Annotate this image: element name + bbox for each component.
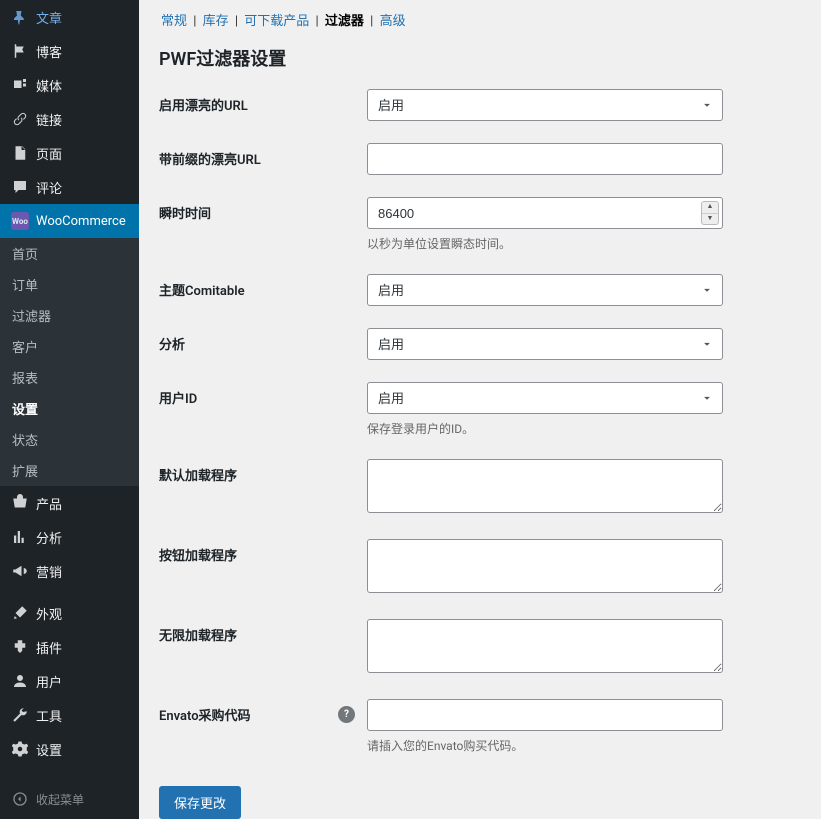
sidebar-collapse-label: 收起菜单 <box>36 791 84 808</box>
woo-icon: Woo <box>10 211 30 231</box>
tab-filters[interactable]: 过滤器 <box>323 14 366 29</box>
label-button-loader: 按钮加载程序 <box>159 539 367 564</box>
media-icon <box>10 75 30 95</box>
label-envato: Envato采购代码 <box>159 699 251 724</box>
sidebar-item-label: 产品 <box>36 494 62 513</box>
sidebar-item-plugins[interactable]: 插件 <box>0 630 139 664</box>
link-icon <box>10 109 30 129</box>
submenu-item-settings[interactable]: 设置 <box>0 393 139 424</box>
label-prefix-url: 带前缀的漂亮URL <box>159 143 367 168</box>
select-pretty-url[interactable]: 启用 <box>367 89 723 121</box>
sidebar-item-analytics[interactable]: 分析 <box>0 520 139 554</box>
submenu-item-orders[interactable]: 订单 <box>0 269 139 300</box>
flag-icon <box>10 41 30 61</box>
label-transient: 瞬时时间 <box>159 197 367 222</box>
label-default-loader: 默认加载程序 <box>159 459 367 484</box>
tab-inventory[interactable]: 库存 <box>201 14 231 29</box>
settings-tabs: 常规 | 库存 | 可下载产品 | 过滤器 | 高级 <box>159 0 801 29</box>
sidebar-item-links[interactable]: 链接 <box>0 102 139 136</box>
sidebar-item-media[interactable]: 媒体 <box>0 68 139 102</box>
sidebar-item-label: 设置 <box>36 740 62 759</box>
sidebar-item-label: 链接 <box>36 110 62 129</box>
page-icon <box>10 143 30 163</box>
label-theme-compat: 主题Comitable <box>159 274 367 299</box>
spin-up[interactable]: ▲ <box>702 202 718 214</box>
section-title: PWF过滤器设置 <box>159 45 801 71</box>
sidebar-item-label: 工具 <box>36 706 62 725</box>
save-button[interactable]: 保存更改 <box>159 786 241 819</box>
help-user-id: 保存登录用户的ID。 <box>367 420 723 437</box>
sidebar-item-posts[interactable]: 文章 <box>0 0 139 34</box>
tab-downloadable[interactable]: 可下载产品 <box>242 14 311 29</box>
submenu-item-status[interactable]: 状态 <box>0 424 139 455</box>
help-transient: 以秒为单位设置瞬态时间。 <box>367 235 723 252</box>
sidebar-item-woocommerce[interactable]: Woo WooCommerce <box>0 204 139 238</box>
plugin-icon <box>10 637 30 657</box>
help-envato: 请插入您的Envato购买代码。 <box>367 737 723 754</box>
submenu-item-reports[interactable]: 报表 <box>0 362 139 393</box>
sidebar-item-label: WooCommerce <box>36 214 126 229</box>
sidebar-item-products[interactable]: 产品 <box>0 486 139 520</box>
collapse-icon <box>10 789 30 809</box>
number-spinner[interactable]: ▲▼ <box>701 201 719 225</box>
input-transient[interactable] <box>367 197 723 229</box>
sidebar-item-marketing[interactable]: 营销 <box>0 554 139 588</box>
sidebar-collapse[interactable]: 收起菜单 <box>0 779 139 819</box>
sidebar-item-label: 页面 <box>36 144 62 163</box>
sidebar-item-label: 博客 <box>36 42 62 61</box>
settings-icon <box>10 739 30 759</box>
select-user-id[interactable]: 启用 <box>367 382 723 414</box>
sidebar-item-appearance[interactable]: 外观 <box>0 596 139 630</box>
submenu-item-extensions[interactable]: 扩展 <box>0 455 139 486</box>
submenu-item-home[interactable]: 首页 <box>0 238 139 269</box>
sidebar-item-settings[interactable]: 设置 <box>0 732 139 766</box>
pin-icon <box>10 7 30 27</box>
textarea-default-loader[interactable] <box>367 459 723 513</box>
sidebar-item-label: 用户 <box>36 672 62 691</box>
sidebar-item-label: 评论 <box>36 178 62 197</box>
sidebar-item-comments[interactable]: 评论 <box>0 170 139 204</box>
user-icon <box>10 671 30 691</box>
label-pretty-url: 启用漂亮的URL <box>159 89 367 114</box>
submenu-item-customers[interactable]: 客户 <box>0 331 139 362</box>
sidebar-item-label: 媒体 <box>36 76 62 95</box>
select-analytics[interactable]: 启用 <box>367 328 723 360</box>
sidebar-item-label: 外观 <box>36 604 62 623</box>
label-user-id: 用户ID <box>159 382 367 407</box>
select-theme-compat[interactable]: 启用 <box>367 274 723 306</box>
sidebar-item-users[interactable]: 用户 <box>0 664 139 698</box>
brush-icon <box>10 603 30 623</box>
sidebar-item-label: 分析 <box>36 528 62 547</box>
textarea-infinite-loader[interactable] <box>367 619 723 673</box>
input-prefix-url[interactable] <box>367 143 723 175</box>
spin-down[interactable]: ▼ <box>702 214 718 225</box>
sidebar-item-blog[interactable]: 博客 <box>0 34 139 68</box>
sidebar-item-tools[interactable]: 工具 <box>0 698 139 732</box>
tab-general[interactable]: 常规 <box>159 14 189 29</box>
sidebar-item-label: 文章 <box>36 8 62 27</box>
help-icon[interactable]: ? <box>338 706 355 723</box>
sidebar-submenu: 首页 订单 过滤器 客户 报表 设置 状态 扩展 <box>0 238 139 486</box>
tool-icon <box>10 705 30 725</box>
textarea-button-loader[interactable] <box>367 539 723 593</box>
product-icon <box>10 493 30 513</box>
input-envato[interactable] <box>367 699 723 731</box>
sidebar-item-pages[interactable]: 页面 <box>0 136 139 170</box>
label-analytics: 分析 <box>159 328 367 353</box>
label-infinite-loader: 无限加载程序 <box>159 619 367 644</box>
bullhorn-icon <box>10 561 30 581</box>
tab-advanced[interactable]: 高级 <box>378 14 408 29</box>
chart-icon <box>10 527 30 547</box>
sidebar-item-label: 插件 <box>36 638 62 657</box>
submenu-item-filters[interactable]: 过滤器 <box>0 300 139 331</box>
sidebar-item-label: 营销 <box>36 562 62 581</box>
comment-icon <box>10 177 30 197</box>
